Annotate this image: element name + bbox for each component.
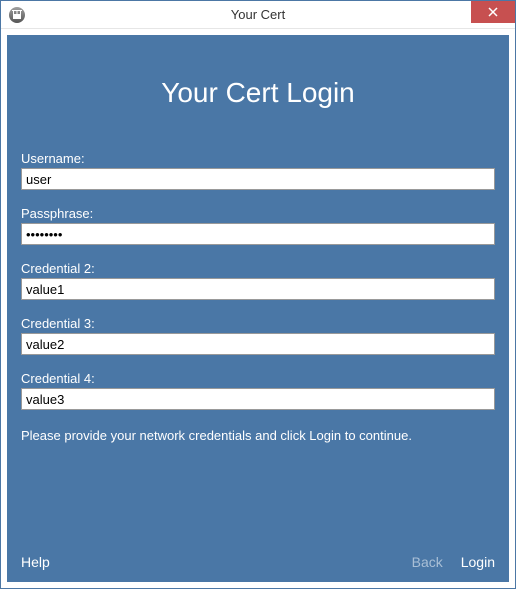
titlebar: Your Cert	[1, 1, 515, 29]
app-window: Your Cert Your Cert Login Username: Pass…	[0, 0, 516, 589]
credential-4-label: Credential 4:	[21, 371, 495, 386]
credential-2-label: Credential 2:	[21, 261, 495, 276]
credential-3-label: Credential 3:	[21, 316, 495, 331]
field-credential-4: Credential 4:	[21, 371, 495, 410]
credential-2-input[interactable]	[21, 278, 495, 300]
back-button: Back	[412, 554, 443, 570]
window-title: Your Cert	[1, 7, 515, 22]
credential-4-input[interactable]	[21, 388, 495, 410]
page-title: Your Cert Login	[21, 77, 495, 109]
username-label: Username:	[21, 151, 495, 166]
login-panel: Your Cert Login Username: Passphrase: Cr…	[7, 35, 509, 582]
content-area: Your Cert Login Username: Passphrase: Cr…	[1, 29, 515, 588]
field-credential-2: Credential 2:	[21, 261, 495, 300]
instruction-text: Please provide your network credentials …	[21, 428, 495, 443]
app-icon	[9, 7, 25, 23]
field-credential-3: Credential 3:	[21, 316, 495, 355]
close-button[interactable]	[471, 1, 515, 23]
help-link[interactable]: Help	[21, 554, 50, 570]
passphrase-input[interactable]	[21, 223, 495, 245]
footer-bar: Help Back Login	[21, 554, 495, 570]
close-icon	[488, 7, 498, 17]
username-input[interactable]	[21, 168, 495, 190]
login-form: Username: Passphrase: Credential 2: Cred…	[21, 151, 495, 418]
field-passphrase: Passphrase:	[21, 206, 495, 245]
login-button[interactable]: Login	[461, 554, 495, 570]
passphrase-label: Passphrase:	[21, 206, 495, 221]
field-username: Username:	[21, 151, 495, 190]
credential-3-input[interactable]	[21, 333, 495, 355]
